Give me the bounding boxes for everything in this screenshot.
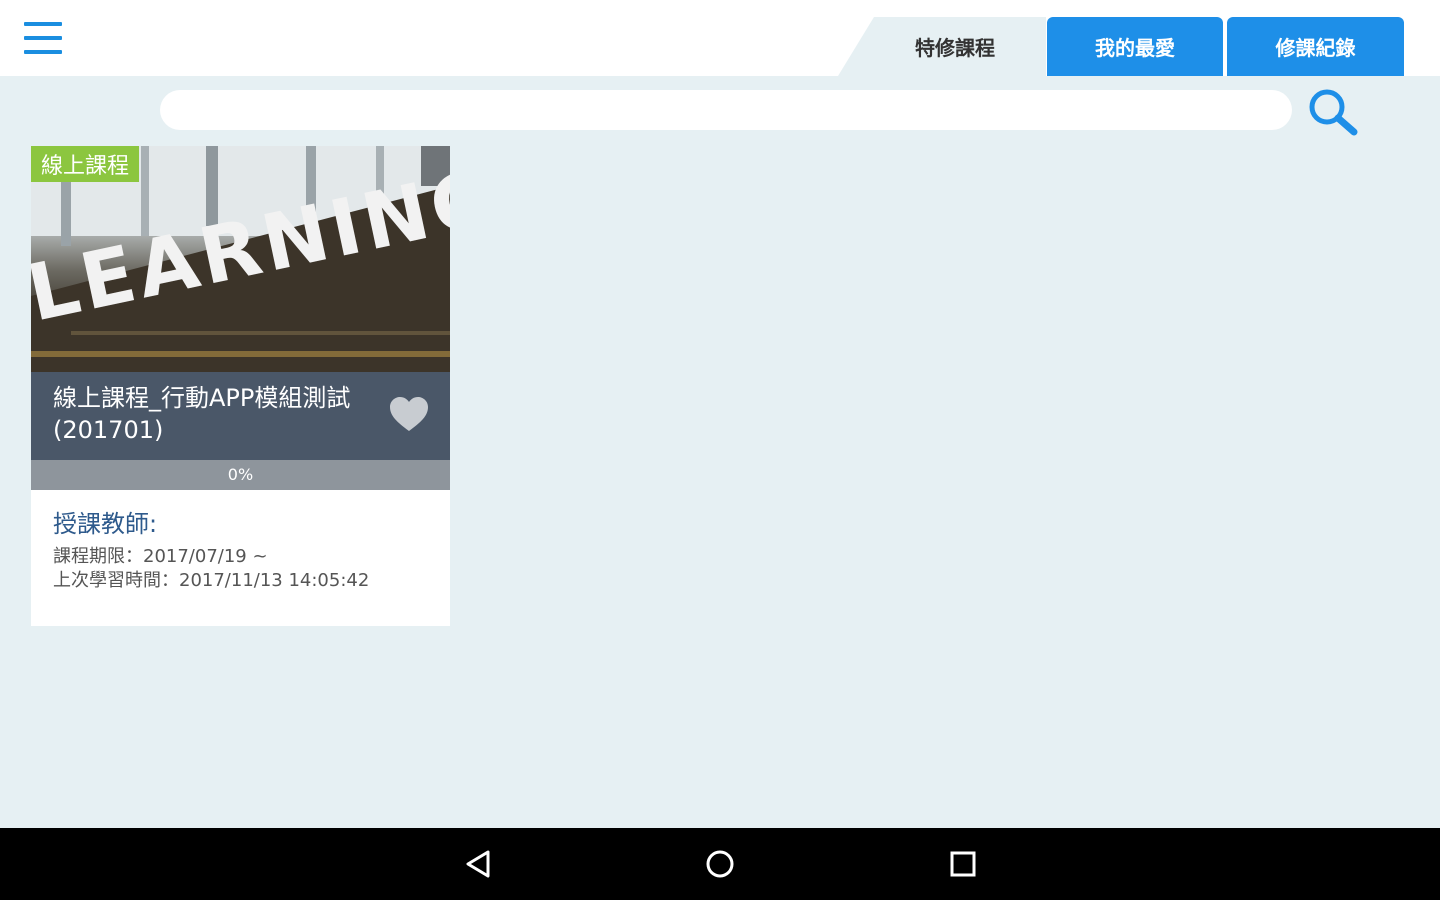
menu-line	[24, 50, 62, 54]
progress-bar: 0%	[31, 460, 450, 490]
back-triangle-icon[interactable]	[456, 842, 500, 886]
home-circle-icon[interactable]	[698, 842, 742, 886]
hamburger-menu-icon[interactable]	[20, 18, 66, 58]
tab-label: 特修課程	[915, 36, 995, 60]
tab-favorites[interactable]: 我的最愛	[1047, 17, 1223, 76]
tab-label: 我的最愛	[1095, 36, 1175, 60]
progress-label: 0%	[227, 465, 254, 484]
tab-required-courses[interactable]: 特修課程	[838, 17, 1046, 76]
top-bar: 特修課程 我的最愛 修課紀錄	[0, 0, 1440, 76]
course-title: 線上課程_行動APP模組測試(201701)	[53, 384, 351, 444]
tab-label: 修課紀錄	[1275, 36, 1356, 60]
search-input[interactable]	[160, 90, 1292, 130]
tab-course-history[interactable]: 修課紀錄	[1227, 17, 1404, 76]
course-period: 課程期限：2017/07/19 ~	[53, 546, 268, 567]
search-icon[interactable]	[1305, 86, 1361, 138]
menu-line	[24, 22, 62, 26]
menu-line	[24, 36, 62, 40]
course-title-bar: 線上課程_行動APP模組測試(201701)	[31, 372, 450, 460]
teacher-label: 授課教師:	[53, 510, 158, 538]
heart-icon[interactable]	[387, 394, 431, 434]
system-navigation-bar	[0, 828, 1440, 900]
cover-word: LEARNING	[31, 152, 450, 340]
recent-apps-square-icon[interactable]	[941, 842, 985, 886]
last-study-time: 上次學習時間：2017/11/13 14:05:42	[53, 570, 370, 591]
course-card[interactable]: 線上課程 LEARNING 線上課程_行動APP模組測試(201701) 0% …	[31, 146, 450, 626]
course-cover-image: 線上課程 LEARNING	[31, 146, 450, 372]
